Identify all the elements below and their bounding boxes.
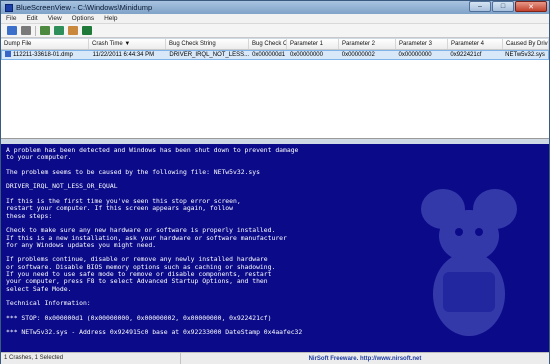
cell-crash-time: 11/22/2011 6:44:34 PM	[92, 52, 155, 58]
table-row[interactable]: 112211-33618-01.dmp 11/22/2011 6:44:34 P…	[1, 50, 549, 60]
status-selection-count: 1 Crashes, 1 Selected	[1, 353, 181, 364]
app-window: BlueScreenView - C:\Windows\Minidump – □…	[0, 0, 550, 364]
properties-icon[interactable]	[21, 26, 31, 35]
blue-screen-preview[interactable]: A problem has been detected and Windows …	[1, 144, 549, 352]
column-dump-file[interactable]: Dump File	[1, 39, 89, 49]
cell-parameter-3: 0x00000000	[398, 52, 432, 58]
window-title: BlueScreenView - C:\Windows\Minidump	[16, 3, 153, 12]
column-parameter-2[interactable]: Parameter 2	[339, 39, 396, 49]
save-icon[interactable]	[7, 26, 17, 35]
column-bug-check-string[interactable]: Bug Check String	[166, 39, 249, 49]
column-parameter-1[interactable]: Parameter 1	[287, 39, 339, 49]
toolbar-separator	[35, 25, 36, 36]
menu-edit[interactable]: Edit	[21, 15, 42, 22]
refresh-icon[interactable]	[54, 26, 64, 35]
dump-file-icon	[5, 51, 11, 57]
sort-descending-icon: ▼	[124, 41, 131, 47]
column-parameter-4[interactable]: Parameter 4	[448, 39, 503, 49]
crash-list[interactable]: Dump File Crash Time ▼ Bug Check String …	[1, 39, 549, 139]
column-parameter-3[interactable]: Parameter 3	[396, 39, 448, 49]
menu-view[interactable]: View	[43, 15, 67, 22]
list-header: Dump File Crash Time ▼ Bug Check String …	[1, 39, 549, 50]
close-button[interactable]: ✕	[515, 1, 547, 12]
toolbar	[1, 24, 549, 38]
copy-icon[interactable]	[40, 26, 50, 35]
cell-parameter-1: 0x00000000	[289, 52, 323, 58]
blue-screen-text: A problem has been detected and Windows …	[6, 146, 303, 337]
column-crash-time-label: Crash Time	[92, 41, 123, 47]
cell-parameter-4: 0x922421cf	[450, 52, 482, 58]
cell-bug-check-code: 0x000000d1	[252, 52, 286, 58]
minimize-button[interactable]: –	[469, 1, 491, 12]
column-caused-by-driver[interactable]: Caused By Driver	[503, 39, 549, 49]
column-bug-check-code[interactable]: Bug Check Code	[249, 39, 287, 49]
column-crash-time[interactable]: Crash Time ▼	[89, 39, 166, 49]
cell-caused-by: NETw5v32.sys	[505, 52, 545, 58]
menu-bar: File Edit View Options Help	[1, 14, 549, 24]
menu-help[interactable]: Help	[99, 15, 122, 22]
window-controls: – □ ✕	[468, 1, 547, 13]
exit-icon[interactable]	[82, 26, 92, 35]
status-bar: 1 Crashes, 1 Selected NirSoft Freeware. …	[1, 352, 549, 364]
title-bar[interactable]: BlueScreenView - C:\Windows\Minidump – □…	[1, 1, 549, 14]
app-icon	[5, 3, 13, 12]
maximize-button[interactable]: □	[492, 1, 514, 12]
cell-parameter-2: 0x00000002	[341, 52, 375, 58]
menu-options[interactable]: Options	[67, 15, 99, 22]
menu-file[interactable]: File	[1, 15, 21, 22]
cell-bug-check-string: DRIVER_IRQL_NOT_LESS...	[169, 52, 250, 58]
dump-file-name: 112211-33618-01.dmp	[13, 52, 73, 58]
nirsoft-link[interactable]: NirSoft Freeware. http://www.nirsoft.net	[181, 356, 549, 362]
cell-dump-file: 112211-33618-01.dmp	[2, 51, 90, 59]
html-report-icon[interactable]	[68, 26, 78, 35]
